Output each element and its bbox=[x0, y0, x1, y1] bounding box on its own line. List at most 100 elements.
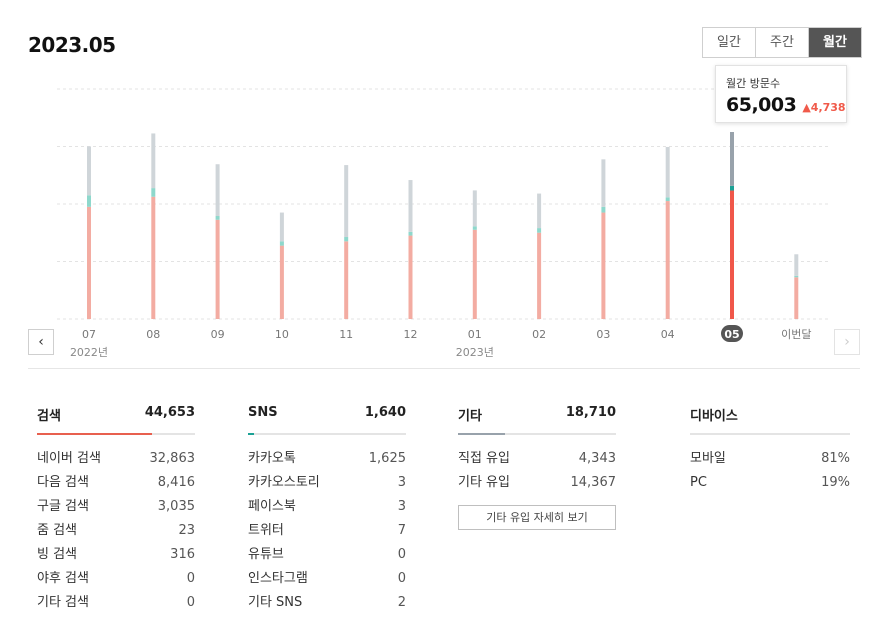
row-value: 3 bbox=[397, 475, 406, 490]
x-tick-label[interactable]: 11 bbox=[339, 328, 353, 341]
bar-sns-9[interactable] bbox=[665, 197, 670, 202]
bar-search-4[interactable] bbox=[344, 241, 349, 319]
x-tick-label[interactable]: 04 bbox=[661, 328, 675, 341]
row-label: 인스타그램 bbox=[248, 571, 308, 586]
x-tick-label[interactable]: 09 bbox=[211, 328, 225, 341]
bar-sns-4[interactable] bbox=[344, 237, 349, 242]
list-item: 모바일 81% bbox=[690, 447, 850, 471]
x-tick-label[interactable]: 10 bbox=[275, 328, 289, 341]
row-value: 0 bbox=[397, 571, 406, 586]
bar-etc-3[interactable] bbox=[279, 212, 284, 242]
tooltip-value: 65,003 bbox=[726, 94, 797, 116]
bar-search-1[interactable] bbox=[151, 196, 156, 319]
bar-search-11[interactable] bbox=[794, 277, 799, 319]
row-value: 3,035 bbox=[157, 499, 195, 514]
bar-sns-1[interactable] bbox=[151, 188, 156, 197]
bar-sns-0[interactable] bbox=[87, 195, 91, 207]
tab-weekly[interactable]: 주간 bbox=[756, 28, 809, 57]
year-label: 2022년 bbox=[70, 346, 108, 359]
x-tick-label[interactable]: 01 bbox=[468, 328, 482, 341]
chevron-right-icon: › bbox=[844, 334, 850, 350]
sns-title: SNS bbox=[248, 405, 278, 420]
x-tick-label[interactable]: 02 bbox=[532, 328, 546, 341]
search-stats: 검색 44,653 네이버 검색 32,863 다음 검색 8,416 구글 검색 3… bbox=[37, 405, 195, 615]
bar-search-9[interactable] bbox=[665, 201, 670, 319]
bar-sns-11[interactable] bbox=[794, 275, 799, 278]
bar-etc-10[interactable] bbox=[730, 132, 734, 186]
list-item: 페이스북 3 bbox=[248, 495, 406, 519]
bar-sns-3[interactable] bbox=[279, 241, 284, 246]
prev-month-button[interactable]: ‹ bbox=[28, 329, 54, 355]
row-label: 카카오스토리 bbox=[248, 475, 320, 490]
etc-ratio-fill bbox=[458, 433, 506, 435]
search-title: 검색 bbox=[37, 409, 61, 424]
bar-etc-11[interactable] bbox=[794, 254, 799, 276]
etc-title: 기타 bbox=[458, 409, 482, 424]
list-item: 기타 검색 0 bbox=[37, 591, 195, 615]
list-item: 기타 SNS 2 bbox=[248, 591, 406, 615]
row-value: 8,416 bbox=[157, 475, 195, 490]
row-label: 다음 검색 bbox=[37, 475, 89, 490]
bar-search-0[interactable] bbox=[87, 206, 91, 319]
bar-sns-5[interactable] bbox=[408, 231, 413, 236]
bar-sns-8[interactable] bbox=[601, 206, 606, 213]
bar-etc-2[interactable] bbox=[215, 164, 220, 217]
sns-ratio-fill bbox=[248, 433, 255, 435]
next-month-button[interactable]: › bbox=[834, 329, 860, 355]
bar-sns-7[interactable] bbox=[537, 228, 542, 233]
device-title: 디바이스 bbox=[690, 409, 738, 424]
bar-etc-9[interactable] bbox=[665, 146, 670, 198]
bar-search-10[interactable] bbox=[730, 190, 734, 319]
list-item: 트위터 7 bbox=[248, 519, 406, 543]
bar-search-8[interactable] bbox=[601, 212, 606, 319]
x-tick-label[interactable]: 이번달 bbox=[781, 328, 811, 341]
bar-etc-1[interactable] bbox=[151, 133, 156, 189]
bar-search-5[interactable] bbox=[408, 235, 413, 319]
bar-etc-4[interactable] bbox=[344, 165, 349, 238]
sns-stats: SNS 1,640 카카오톡 1,625 카카오스토리 3 페이스북 3 트위터 7 유… bbox=[248, 405, 406, 615]
row-value: 3 bbox=[397, 499, 406, 514]
row-value: 4,343 bbox=[578, 451, 616, 466]
row-label: 야후 검색 bbox=[37, 571, 89, 586]
tab-daily[interactable]: 일간 bbox=[703, 28, 756, 57]
row-value: 19% bbox=[821, 475, 850, 490]
list-item: PC 19% bbox=[690, 471, 850, 495]
list-item: 네이버 검색 32,863 bbox=[37, 447, 195, 471]
bar-sns-2[interactable] bbox=[215, 216, 220, 220]
year-label: 2023년 bbox=[456, 346, 494, 359]
list-item: 야후 검색 0 bbox=[37, 567, 195, 591]
etc-detail-button[interactable]: 기타 유입 자세히 보기 bbox=[458, 505, 616, 530]
page-title: 2023.05 bbox=[28, 33, 116, 57]
x-tick-label[interactable]: 08 bbox=[146, 328, 160, 341]
x-tick-label[interactable]: 05 bbox=[724, 328, 739, 341]
x-tick-label[interactable]: 03 bbox=[596, 328, 610, 341]
list-item: 빙 검색 316 bbox=[37, 543, 195, 567]
row-label: 유튜브 bbox=[248, 547, 284, 562]
row-label: 네이버 검색 bbox=[37, 451, 101, 466]
sns-total: 1,640 bbox=[364, 405, 406, 420]
etc-stats: 기타 18,710 직접 유입 4,343 기타 유입 14,367 기타 유입 자… bbox=[458, 405, 616, 530]
bar-etc-0[interactable] bbox=[87, 146, 91, 196]
bar-search-2[interactable] bbox=[215, 219, 220, 319]
visit-tooltip: 월간 방문수 65,003 ▲4,738 bbox=[715, 65, 847, 123]
chevron-left-icon: ‹ bbox=[38, 334, 44, 350]
bar-sns-6[interactable] bbox=[472, 226, 477, 230]
bar-etc-8[interactable] bbox=[601, 159, 606, 207]
tab-monthly[interactable]: 월간 bbox=[809, 28, 861, 57]
bar-search-3[interactable] bbox=[279, 245, 284, 319]
section-divider bbox=[28, 368, 860, 369]
x-tick-label[interactable]: 12 bbox=[404, 328, 418, 341]
bar-search-6[interactable] bbox=[472, 229, 477, 319]
bar-search-7[interactable] bbox=[537, 232, 542, 319]
etc-ratio-bar bbox=[458, 433, 616, 435]
row-value: 23 bbox=[178, 523, 195, 538]
bar-sns-10[interactable] bbox=[730, 185, 734, 191]
bar-etc-7[interactable] bbox=[537, 193, 542, 229]
row-value: 81% bbox=[821, 451, 850, 466]
row-label: 줌 검색 bbox=[37, 523, 78, 538]
device-stats: 디바이스 모바일 81% PC 19% bbox=[690, 405, 850, 495]
bar-etc-5[interactable] bbox=[408, 180, 413, 232]
row-label: 기타 유입 bbox=[458, 475, 510, 490]
bar-etc-6[interactable] bbox=[472, 190, 477, 227]
x-tick-label[interactable]: 07 bbox=[82, 328, 96, 341]
